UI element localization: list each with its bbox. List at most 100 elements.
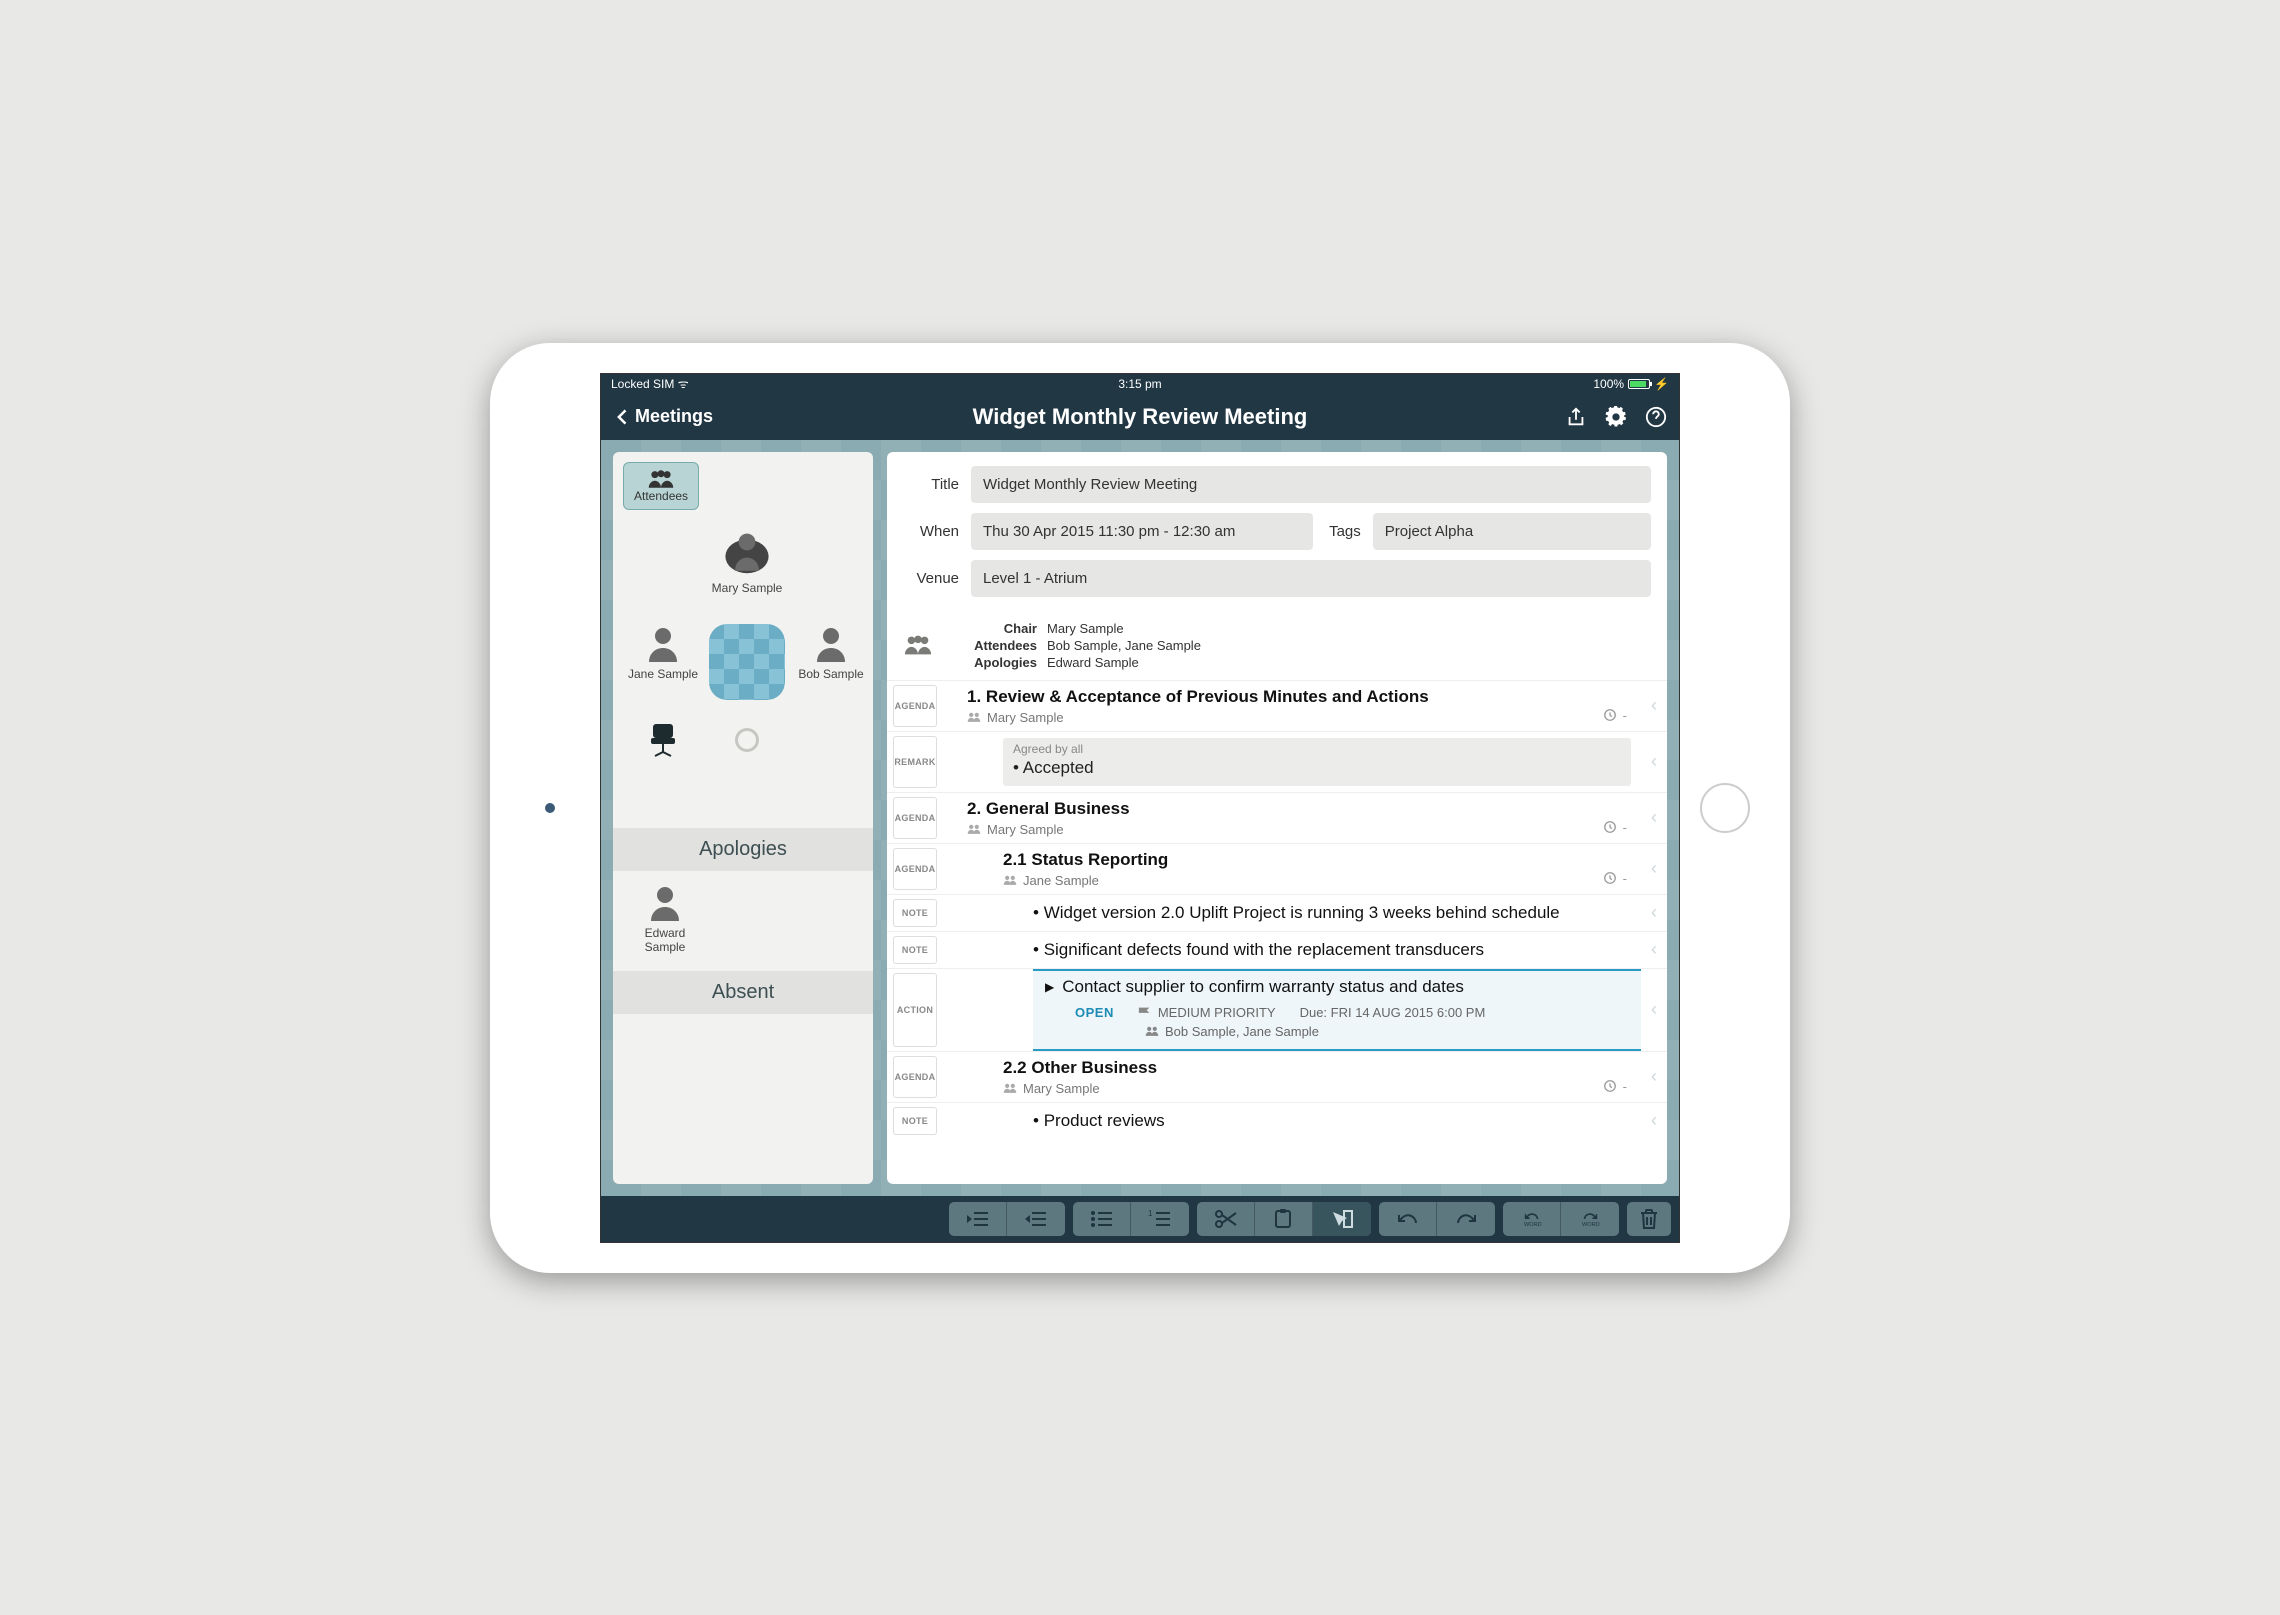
- action-tag: ACTION: [893, 973, 937, 1047]
- chevron-left-icon[interactable]: ‹: [1641, 1052, 1667, 1102]
- sim-status: Locked SIM ᯤ: [611, 375, 689, 392]
- empty-chair[interactable]: [623, 718, 703, 808]
- chevron-left-icon[interactable]: ‹: [1641, 681, 1667, 731]
- chevron-left-icon[interactable]: ‹: [1641, 1103, 1667, 1139]
- remark-item[interactable]: REMARK Agreed by all • Accepted ‹: [887, 731, 1667, 792]
- delete-button[interactable]: [1627, 1202, 1671, 1236]
- agenda-subitem[interactable]: AGENDA 2.2 Other Business Mary Sample - …: [887, 1051, 1667, 1102]
- charging-icon: ⚡: [1654, 377, 1669, 391]
- indent-button[interactable]: [1007, 1202, 1065, 1236]
- ipad-camera: [545, 803, 555, 813]
- outdent-icon: [966, 1209, 990, 1229]
- chevron-left-icon[interactable]: ‹: [1641, 932, 1667, 968]
- clock-icon: [1603, 1079, 1617, 1093]
- attendees-panel: Attendees Mary Sample Jane Sample: [613, 452, 873, 1184]
- absent-list[interactable]: [613, 1014, 873, 1074]
- chevron-left-icon[interactable]: ‹: [1641, 895, 1667, 931]
- agenda-item[interactable]: AGENDA 1. Review & Acceptance of Previou…: [887, 680, 1667, 731]
- duration: -: [1603, 1079, 1627, 1094]
- note-item[interactable]: NOTE Product reviews ‹: [887, 1102, 1667, 1139]
- group-small-icon: [1003, 1082, 1017, 1094]
- seat-jane[interactable]: Jane Sample: [623, 624, 703, 714]
- note-item[interactable]: NOTE Significant defects found with the …: [887, 931, 1667, 968]
- group-icon: [647, 469, 675, 489]
- agenda-item[interactable]: AGENDA 2. General Business Mary Sample -…: [887, 792, 1667, 843]
- group-icon: [903, 633, 933, 657]
- seating-grid[interactable]: Mary Sample Jane Sample Bob Sample: [613, 520, 873, 828]
- when-field[interactable]: Thu 30 Apr 2015 11:30 pm - 12:30 am: [971, 513, 1313, 550]
- agenda-tag: AGENDA: [893, 797, 937, 839]
- group-small-icon: [967, 823, 981, 835]
- paste-button[interactable]: [1255, 1202, 1313, 1236]
- action-assignees: Bob Sample, Jane Sample: [1145, 1024, 1319, 1039]
- undo-word-icon: WORD: [1520, 1209, 1544, 1229]
- apology-edward[interactable]: Edward Sample: [625, 883, 705, 954]
- table-center: [709, 624, 785, 700]
- undo-group: [1379, 1202, 1495, 1236]
- attendees-label: Attendees: [634, 489, 688, 503]
- bottom-toolbar: 1 WORD WORD: [601, 1196, 1679, 1242]
- undo-button[interactable]: [1379, 1202, 1437, 1236]
- chevron-left-icon: [613, 407, 633, 427]
- outdent-button[interactable]: [949, 1202, 1007, 1236]
- svg-text:1: 1: [1148, 1209, 1153, 1218]
- word-undo-group: WORD WORD: [1503, 1202, 1619, 1236]
- action-priority: MEDIUM PRIORITY: [1138, 1005, 1276, 1020]
- group-small-icon: [967, 711, 981, 723]
- number-list-button[interactable]: 1: [1131, 1202, 1189, 1236]
- empty-seat-placeholder[interactable]: [735, 728, 759, 752]
- duration: -: [1603, 820, 1627, 835]
- redo-word-icon: WORD: [1578, 1209, 1602, 1229]
- bullet-list-button[interactable]: [1073, 1202, 1131, 1236]
- people-summary[interactable]: ChairMary Sample AttendeesBob Sample, Ja…: [887, 615, 1667, 680]
- agenda-tag: AGENDA: [893, 848, 937, 890]
- chair-person-icon: [723, 530, 771, 578]
- clock-icon: [1603, 871, 1617, 885]
- clipboard-icon: [1272, 1209, 1296, 1229]
- title-label: Title: [903, 476, 959, 493]
- help-icon[interactable]: [1645, 406, 1667, 428]
- gear-icon[interactable]: [1605, 406, 1627, 428]
- agenda-items[interactable]: AGENDA 1. Review & Acceptance of Previou…: [887, 680, 1667, 1184]
- battery-icon: [1628, 379, 1650, 389]
- tags-field[interactable]: Project Alpha: [1373, 513, 1651, 550]
- highlight-button[interactable]: [1313, 1202, 1371, 1236]
- work-area: Attendees Mary Sample Jane Sample: [601, 440, 1679, 1196]
- list-group: 1: [1073, 1202, 1189, 1236]
- note-item[interactable]: NOTE Widget version 2.0 Uplift Project i…: [887, 894, 1667, 931]
- indent-icon: [1024, 1209, 1048, 1229]
- cut-button[interactable]: [1197, 1202, 1255, 1236]
- apologies-header: Apologies: [613, 828, 873, 871]
- action-item[interactable]: ACTION Contact supplier to confirm warra…: [887, 968, 1667, 1051]
- seat-bob[interactable]: Bob Sample: [791, 624, 871, 714]
- chevron-left-icon[interactable]: ‹: [1641, 793, 1667, 843]
- ipad-home-button[interactable]: [1700, 783, 1750, 833]
- agenda-tag: AGENDA: [893, 1056, 937, 1098]
- share-icon[interactable]: [1565, 406, 1587, 428]
- trash-icon: [1639, 1208, 1659, 1230]
- group-small-icon: [1003, 874, 1017, 886]
- back-button[interactable]: Meetings: [613, 406, 713, 427]
- chevron-left-icon[interactable]: ‹: [1641, 732, 1667, 792]
- group-small-icon: [1145, 1025, 1159, 1037]
- seat-mary[interactable]: Mary Sample: [707, 530, 787, 620]
- venue-field[interactable]: Level 1 - Atrium: [971, 560, 1651, 597]
- chevron-left-icon[interactable]: ‹: [1641, 844, 1667, 894]
- person-icon: [643, 883, 687, 923]
- redo-word-button[interactable]: WORD: [1561, 1202, 1619, 1236]
- agenda-subitem[interactable]: AGENDA 2.1 Status Reporting Jane Sample …: [887, 843, 1667, 894]
- person-icon: [809, 624, 853, 664]
- undo-word-button[interactable]: WORD: [1503, 1202, 1561, 1236]
- select-icon: [1330, 1209, 1354, 1229]
- clock-icon: [1603, 820, 1617, 834]
- back-label: Meetings: [635, 406, 713, 427]
- page-title: Widget Monthly Review Meeting: [973, 404, 1308, 430]
- redo-button[interactable]: [1437, 1202, 1495, 1236]
- title-field[interactable]: Widget Monthly Review Meeting: [971, 466, 1651, 503]
- status-bar: Locked SIM ᯤ 3:15 pm 100% ⚡: [601, 374, 1679, 394]
- chevron-left-icon[interactable]: ‹: [1641, 969, 1667, 1051]
- attendees-button[interactable]: Attendees: [623, 462, 699, 510]
- person-icon: [641, 624, 685, 664]
- indent-group: [949, 1202, 1065, 1236]
- svg-text:WORD: WORD: [1524, 1222, 1542, 1228]
